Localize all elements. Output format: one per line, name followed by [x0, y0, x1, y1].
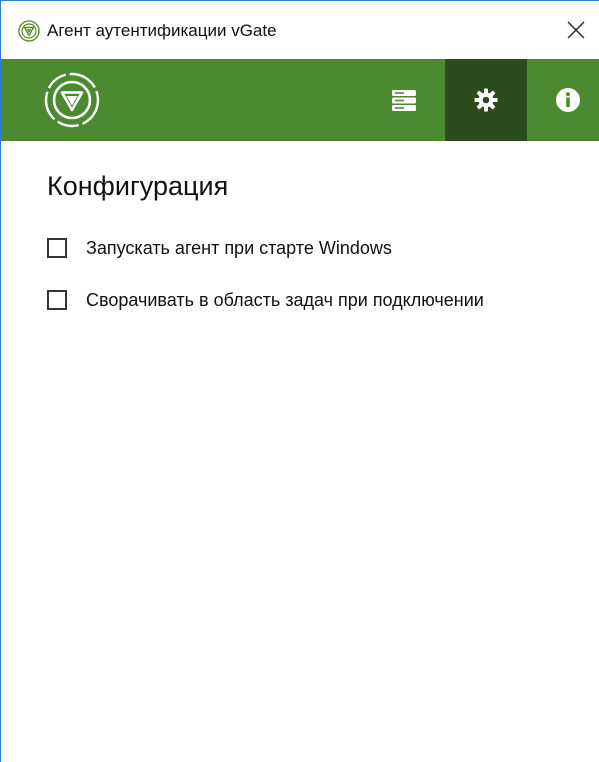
autostart-checkbox[interactable] — [47, 238, 67, 258]
autostart-label: Запускать агент при старте Windows — [86, 237, 392, 258]
info-icon — [556, 88, 580, 112]
settings-button[interactable] — [445, 59, 527, 141]
minimize-to-tray-label: Сворачивать в область задач при подключе… — [86, 289, 484, 310]
app-header — [1, 59, 599, 141]
title-bar: Агент аутентификации vGate — [1, 1, 599, 59]
server-icon — [392, 90, 416, 111]
minimize-to-tray-option[interactable]: Сворачивать в область задач при подключе… — [47, 288, 484, 312]
app-window: Агент аутентификации vGate Конфигурация … — [0, 0, 599, 762]
minimize-to-tray-checkbox[interactable] — [47, 290, 67, 310]
gear-icon — [474, 88, 498, 112]
vgate-logo-icon — [44, 72, 100, 128]
close-button[interactable] — [553, 1, 599, 59]
vgate-shield-icon — [18, 20, 40, 42]
info-button[interactable] — [527, 59, 599, 141]
close-icon — [567, 21, 585, 39]
servers-button[interactable] — [363, 59, 445, 141]
window-title: Агент аутентификации vGate — [47, 21, 277, 40]
page-title: Конфигурация — [47, 171, 229, 201]
autostart-option[interactable]: Запускать агент при старте Windows — [47, 236, 392, 260]
